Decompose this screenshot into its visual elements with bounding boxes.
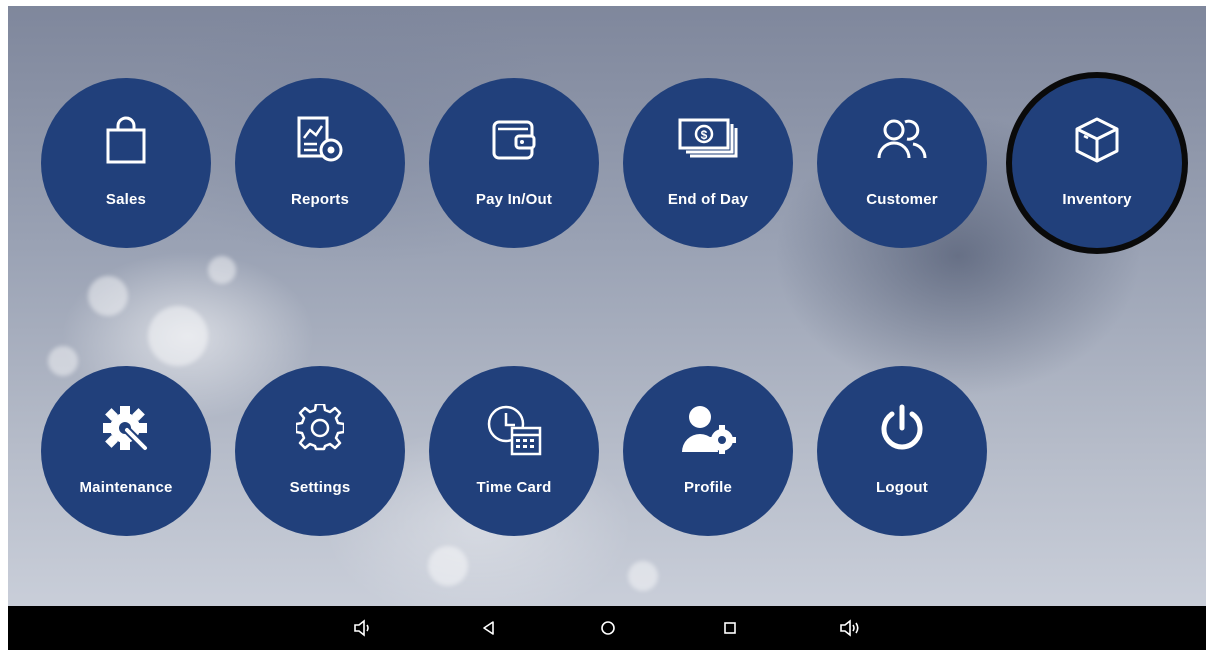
- background-bokeh: [88, 276, 128, 316]
- tile-label: Sales: [105, 191, 147, 208]
- background-bokeh: [628, 561, 658, 591]
- tile-label: Pay In/Out: [475, 191, 553, 208]
- tile-label: Maintenance: [79, 479, 173, 496]
- user-gear-icon: [682, 406, 736, 454]
- tile-label: Logout: [875, 479, 928, 496]
- users-icon: [877, 119, 927, 159]
- tile-reports[interactable]: Reports: [235, 78, 405, 248]
- background-bokeh: [48, 346, 78, 376]
- volume-up-icon: [840, 619, 859, 637]
- back-button[interactable]: [475, 614, 503, 642]
- tile-label: Time Card: [476, 479, 552, 496]
- tile-label: Settings: [289, 479, 351, 496]
- tile-label: Reports: [290, 191, 350, 208]
- report-gear-icon: [297, 116, 343, 162]
- recents-button[interactable]: [716, 614, 744, 642]
- tile-maintenance[interactable]: Maintenance: [41, 366, 211, 536]
- tile-label: Customer: [866, 191, 938, 208]
- android-navigation-bar: [8, 606, 1206, 650]
- tile-sales[interactable]: Sales: [41, 78, 211, 248]
- svg-text:$: $: [701, 128, 708, 142]
- clock-calendar-icon: [487, 405, 542, 456]
- volume-down-icon: [354, 619, 369, 637]
- tile-label: Profile: [683, 479, 733, 496]
- tile-inventory[interactable]: Inventory: [1012, 78, 1182, 248]
- cash-stack-icon: $: [678, 118, 738, 158]
- background-bokeh: [208, 256, 236, 284]
- tile-profile[interactable]: Profile: [623, 366, 793, 536]
- gear-wrench-icon: [103, 406, 149, 452]
- home-icon: [601, 621, 615, 635]
- shopping-bag-icon: [106, 116, 146, 164]
- volume-up-button[interactable]: [836, 614, 864, 642]
- background-bokeh: [148, 306, 208, 366]
- recents-icon: [724, 622, 736, 634]
- tile-end-of-day[interactable]: $ End of Day: [623, 78, 793, 248]
- wallet-icon: [492, 120, 536, 160]
- back-icon: [483, 621, 494, 635]
- power-icon: [881, 404, 923, 450]
- tile-settings[interactable]: Settings: [235, 366, 405, 536]
- tile-time-card[interactable]: Time Card: [429, 366, 599, 536]
- tile-label: End of Day: [667, 191, 749, 208]
- tile-customer[interactable]: Customer: [817, 78, 987, 248]
- volume-down-button[interactable]: [349, 614, 377, 642]
- background-bokeh: [428, 546, 468, 586]
- tile-pay-in-out[interactable]: Pay In/Out: [429, 78, 599, 248]
- box-icon: [1075, 117, 1119, 163]
- tile-logout[interactable]: Logout: [817, 366, 987, 536]
- home-screen: Sales Reports Pay In/Out $ End of Day Cu…: [8, 6, 1206, 606]
- home-button[interactable]: [594, 614, 622, 642]
- gear-icon: [296, 404, 344, 451]
- tile-label: Inventory: [1062, 191, 1132, 208]
